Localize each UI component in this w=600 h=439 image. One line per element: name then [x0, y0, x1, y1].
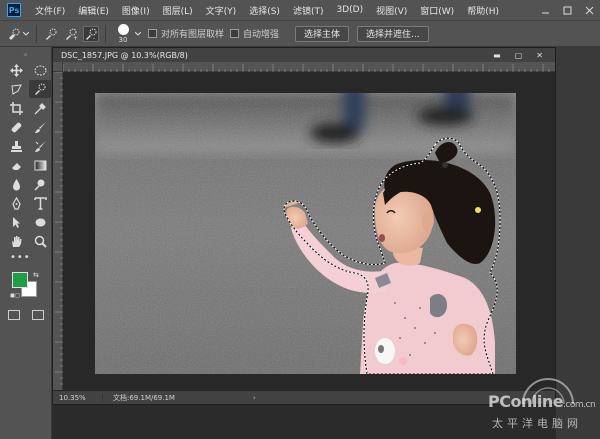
select-and-mask-button[interactable]: 选择并遮住...	[357, 25, 429, 42]
status-menu-arrow[interactable]: ›	[223, 394, 256, 402]
clone-stamp-icon[interactable]	[5, 137, 27, 155]
pen-icon[interactable]	[5, 194, 27, 212]
gradient-icon[interactable]	[29, 156, 51, 174]
foreground-color-swatch[interactable]	[12, 272, 28, 288]
watermark-subtitle: 太平洋电脑网	[492, 417, 582, 430]
horizontal-ruler[interactable]	[63, 62, 555, 72]
chevron-down-icon[interactable]	[134, 26, 142, 42]
type-icon[interactable]	[29, 194, 51, 212]
menu-select[interactable]: 选择(S)	[243, 4, 287, 17]
auto-enhance-label: 自动增强	[243, 30, 280, 40]
zoom-level-field[interactable]: 10.35%	[53, 393, 103, 402]
document-window-controls: ▬ ▢ ✕	[493, 51, 555, 60]
default-colors-icon[interactable]: ◼◻	[10, 292, 20, 299]
separator	[36, 24, 37, 43]
blur-icon[interactable]	[5, 175, 27, 193]
tool-grid	[0, 61, 51, 250]
photo-canvas[interactable]	[95, 93, 516, 374]
ellipse-icon[interactable]	[29, 213, 51, 231]
brush-size-value: 30	[118, 35, 128, 44]
eraser-icon[interactable]	[5, 156, 27, 174]
close-icon[interactable]	[578, 0, 600, 20]
subtract-selection-icon[interactable]: -	[83, 25, 99, 42]
move-icon[interactable]	[5, 61, 27, 79]
crop-icon[interactable]	[5, 99, 27, 117]
marquee-icon[interactable]	[29, 61, 51, 79]
document-tab-bar: DSC_1857.JPG @ 10.3%(RGB/8) ▬ ▢ ✕	[53, 48, 555, 62]
status-bar: 10.35% 文档:69.1M/69.1M ›	[53, 391, 555, 404]
brush-icon[interactable]	[29, 118, 51, 136]
new-selection-icon[interactable]	[43, 26, 59, 42]
brush-tip-icon	[117, 23, 129, 35]
ruler-origin[interactable]	[53, 62, 63, 72]
checkbox-box[interactable]	[148, 29, 157, 38]
canvas-area[interactable]	[64, 73, 555, 390]
eyedropper-icon[interactable]	[29, 99, 51, 117]
auto-enhance-checkbox[interactable]: 自动增强	[230, 27, 279, 40]
panel-grip-icon[interactable]: »	[0, 47, 51, 61]
doc-minimize-icon[interactable]: ▬	[493, 51, 501, 60]
checkbox-box[interactable]	[230, 29, 240, 38]
menu-3d[interactable]: 3D(D)	[330, 5, 370, 15]
healing-brush-icon[interactable]	[5, 118, 27, 136]
sample-all-layers-checkbox[interactable]: 对所有图层取样	[148, 27, 224, 40]
document-size-info[interactable]: 文档:69.1M/69.1M	[103, 393, 223, 403]
select-subject-button[interactable]: 选择主体	[295, 25, 350, 42]
path-selection-icon[interactable]	[5, 213, 27, 231]
svg-text:+: +	[73, 35, 78, 41]
swap-colors-icon[interactable]: ⇆	[33, 271, 39, 279]
zoom-icon[interactable]	[29, 232, 51, 250]
menu-filter[interactable]: 滤镜(T)	[287, 4, 331, 17]
minimize-icon[interactable]	[534, 0, 556, 20]
tool-preset-icon[interactable]	[6, 26, 22, 42]
sample-all-layers-label: 对所有图层取样	[161, 30, 225, 40]
menu-help[interactable]: 帮助(H)	[461, 4, 506, 17]
watermark-brand: PConline.com.cn	[488, 392, 596, 411]
separator	[105, 24, 106, 43]
mode-buttons	[0, 310, 51, 320]
watermark-domain: .com.cn	[563, 400, 596, 410]
vertical-ruler[interactable]	[53, 72, 63, 390]
chevron-down-icon[interactable]	[22, 26, 30, 42]
quick-selection-icon[interactable]	[29, 80, 51, 98]
history-brush-icon[interactable]	[29, 137, 51, 155]
doc-maximize-icon[interactable]: ▢	[515, 51, 523, 60]
quick-mask-icon[interactable]	[8, 310, 20, 320]
maximize-icon[interactable]	[556, 0, 578, 20]
menu-type[interactable]: 文字(Y)	[200, 4, 244, 17]
screen-mode-icon[interactable]	[32, 310, 44, 320]
more-tools-icon[interactable]: •••	[10, 252, 51, 266]
menu-image[interactable]: 图像(I)	[116, 4, 157, 17]
photoshop-window: Ps 文件(F) 编辑(E) 图像(I) 图层(L) 文字(Y) 选择(S) 滤…	[0, 0, 600, 439]
tools-panel: » ••• ⇆ ◼◻	[0, 47, 52, 439]
add-selection-icon[interactable]: +	[63, 26, 79, 42]
pconline-watermark: PConline.com.cn 太平洋电脑网	[488, 376, 596, 436]
menu-edit[interactable]: 编辑(E)	[72, 4, 116, 17]
menu-view[interactable]: 视图(V)	[370, 4, 414, 17]
document-tab[interactable]: DSC_1857.JPG @ 10.3%(RGB/8)	[53, 51, 188, 60]
color-swatches: ⇆ ◼◻	[10, 271, 52, 306]
ps-logo: Ps	[7, 3, 21, 17]
doc-close-icon[interactable]: ✕	[536, 51, 543, 60]
brush-picker[interactable]: 30	[112, 22, 134, 46]
options-bar: + - 30 对所有图层取样 自动增强 选择主体 选择并遮住...	[0, 20, 600, 47]
document-title: DSC_1857.JPG @ 10.3%(RGB/8)	[61, 50, 188, 60]
dodge-icon[interactable]	[29, 175, 51, 193]
menu-layer[interactable]: 图层(L)	[157, 4, 200, 17]
svg-text:-: -	[93, 35, 95, 41]
menu-file[interactable]: 文件(F)	[29, 4, 72, 17]
hand-icon[interactable]	[5, 232, 27, 250]
lasso-icon[interactable]	[5, 80, 27, 98]
document-window: DSC_1857.JPG @ 10.3%(RGB/8) ▬ ▢ ✕ 10.35%…	[52, 47, 556, 405]
menu-bar: Ps 文件(F) 编辑(E) 图像(I) 图层(L) 文字(Y) 选择(S) 滤…	[0, 0, 600, 20]
window-controls	[534, 0, 600, 20]
menu-window[interactable]: 窗口(W)	[414, 4, 461, 17]
